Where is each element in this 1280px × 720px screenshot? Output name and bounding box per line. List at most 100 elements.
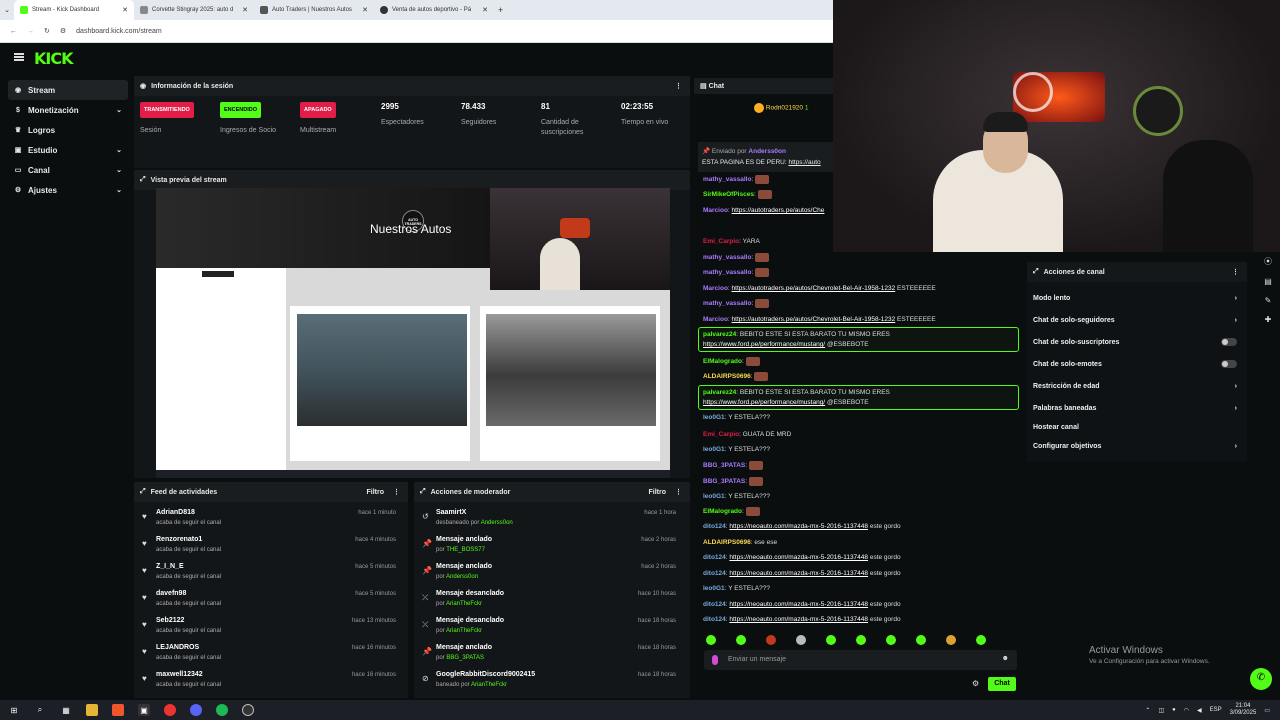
chat-message[interactable]: Emi_Carpio: YARA: [703, 237, 760, 246]
chat-message[interactable]: Marcioo: https://autotraders.pe/autos/Ch…: [703, 206, 824, 215]
chat-username[interactable]: ElMalogrado: [703, 358, 742, 365]
tab-kick-dashboard[interactable]: Stream - Kick Dashboard ✕: [14, 0, 134, 20]
channel-action-item[interactable]: Configurar objetivos ›: [1033, 443, 1243, 450]
close-icon[interactable]: ✕: [482, 6, 488, 14]
chat-top-user[interactable]: Rodri021920 1: [754, 103, 808, 113]
channel-action-item[interactable]: Modo lento ›: [1033, 295, 1243, 302]
chat-message[interactable]: leo0G1: Y ESTELA???: [703, 413, 770, 422]
mod-action-item[interactable]: ⤫ Mensaje desanclado por ArianTheFckr hace …: [414, 614, 684, 640]
chat-message[interactable]: Marcioo: https://autotraders.pe/autos/Ch…: [703, 284, 936, 293]
chat-settings-icon[interactable]: ⚙: [972, 679, 979, 688]
chat-message[interactable]: dito124: https://neoauto.com/mazda-mx-5-…: [703, 553, 901, 562]
sidebar-item-monetizacion[interactable]: $ Monetización ⌄: [8, 100, 128, 120]
windows-start-icon[interactable]: ⊞: [8, 704, 20, 716]
mod-action-item[interactable]: ⤫ Mensaje desanclado por ArianTheFckr hace …: [414, 587, 684, 613]
emote-icon[interactable]: [736, 635, 746, 645]
toggle-switch[interactable]: [1221, 338, 1237, 346]
feed-item[interactable]: ♥ LEJANDROS acaba de seguir el canal hace 1…: [134, 641, 404, 667]
chevron-up-icon[interactable]: ⌃: [1145, 707, 1150, 714]
chat-username[interactable]: mathy_vassallo: [703, 254, 751, 261]
wrench-icon[interactable]: ✎: [1265, 296, 1272, 305]
mod-action-item[interactable]: ↺ SaamirtX desbaneado por Anderss0on hace 1…: [414, 506, 684, 532]
mod-action-by[interactable]: Anderss0on: [446, 574, 478, 580]
mod-action-item[interactable]: 📌 Mensaje anclado por BBG_3PATAS hace 18 ho…: [414, 641, 684, 667]
chat-message[interactable]: palvarez24: BEBITO ESTE SI ESTA BARATO T…: [703, 388, 890, 397]
chat-message[interactable]: Emi_Carpio: GUATA DE MRD: [703, 430, 791, 439]
chat-message[interactable]: mathy_vassallo:: [703, 299, 770, 308]
obs-icon[interactable]: [242, 704, 254, 716]
emote-icon[interactable]: [826, 635, 836, 645]
close-icon[interactable]: ✕: [242, 6, 248, 14]
channel-action-item[interactable]: Hostear canal: [1033, 424, 1243, 431]
emote-icon[interactable]: [796, 635, 806, 645]
chat-mention[interactable]: @ESBEBOTE: [827, 341, 869, 348]
chat-username[interactable]: dito124: [703, 554, 726, 561]
chat-username[interactable]: ALDAIRPS0696: [703, 373, 751, 380]
mod-action-item[interactable]: 📌 Mensaje anclado por Anderss0on hace 2 hor…: [414, 560, 684, 586]
chat-message[interactable]: leo0G1: Y ESTELA???: [703, 584, 770, 593]
chat-username[interactable]: BBG_3PATAS: [703, 462, 745, 469]
broadcast-icon[interactable]: ⦿: [1264, 256, 1272, 267]
reload-icon[interactable]: ↻: [44, 27, 50, 35]
more-options-icon[interactable]: ⋮: [675, 82, 682, 90]
users-icon[interactable]: ✚: [1265, 315, 1272, 324]
chat-link[interactable]: https://autotraders.pe/autos/Chevrolet-B…: [732, 316, 896, 323]
filter-button[interactable]: Filtro: [367, 489, 385, 496]
tab-corvette[interactable]: Corvette Stingray 2025: auto d ✕: [134, 0, 254, 20]
chat-message[interactable]: dito124: https://neoauto.com/mazda-mx-5-…: [703, 569, 901, 578]
mod-action-by[interactable]: BBG_3PATAS: [446, 655, 484, 661]
chat-username[interactable]: mathy_vassallo: [703, 300, 751, 307]
mod-action-by[interactable]: ArianTheFckr: [446, 601, 482, 607]
chat-username[interactable]: leo0G1: [703, 414, 725, 421]
network-icon[interactable]: ◫: [1158, 707, 1164, 714]
more-options-icon[interactable]: ⋮: [675, 488, 682, 496]
emote-icon[interactable]: [946, 635, 956, 645]
channel-action-item[interactable]: Chat de solo-seguidores ›: [1033, 317, 1243, 324]
chat-username[interactable]: BBG_3PATAS: [703, 478, 745, 485]
chat-link[interactable]: https://www.ford.pe/performance/mustang/: [703, 399, 825, 406]
sidebar-item-ajustes[interactable]: ⚙ Ajustes ⌄: [8, 180, 128, 200]
emote-icon[interactable]: [916, 635, 926, 645]
emote-picker-icon[interactable]: [712, 655, 718, 665]
chat-username[interactable]: leo0G1: [703, 585, 725, 592]
brave-icon[interactable]: [112, 704, 124, 716]
tab-venta-autos[interactable]: Venta de autos deportivo - Pá ✕: [374, 0, 494, 20]
channel-action-item[interactable]: Chat de solo-emotes: [1033, 360, 1243, 368]
feed-item[interactable]: ♥ davefn98 acaba de seguir el canal hace 5 …: [134, 587, 404, 613]
chat-username[interactable]: ALDAIRPS0696: [703, 539, 751, 546]
sidebar-item-stream[interactable]: ◉ Stream: [8, 80, 128, 100]
clock[interactable]: 21:04 3/09/2025: [1230, 703, 1257, 717]
pinned-link[interactable]: https://auto: [788, 159, 820, 166]
language-indicator[interactable]: ESP: [1210, 707, 1222, 713]
file-explorer-icon[interactable]: [86, 704, 98, 716]
chat-username[interactable]: SirMikeOfPisces: [703, 191, 754, 198]
chat-mention[interactable]: @ESBEBOTE: [827, 399, 869, 406]
spotify-icon[interactable]: [216, 704, 228, 716]
chat-username[interactable]: palvarez24: [703, 331, 736, 338]
chat-username[interactable]: palvarez24: [703, 389, 736, 396]
search-icon[interactable]: ⌕: [34, 704, 46, 716]
feed-item[interactable]: ♥ maxwell12342 acaba de seguir el canal hac…: [134, 668, 404, 694]
wifi-icon[interactable]: ◠: [1184, 707, 1189, 714]
notifications-icon[interactable]: ▭: [1264, 707, 1270, 714]
smiley-icon[interactable]: ☻: [1002, 655, 1009, 662]
chat-message[interactable]: mathy_vassallo:: [703, 268, 770, 277]
chat-message[interactable]: ALDAIRPS0696:: [703, 372, 769, 381]
tab-search-icon[interactable]: ⌄: [0, 6, 14, 14]
chat-link[interactable]: https://neoauto.com/mazda-mx-5-2016-1137…: [729, 554, 868, 561]
more-options-icon[interactable]: ⋮: [1232, 268, 1239, 276]
chat-username[interactable]: Marcioo: [703, 316, 728, 323]
kick-logo[interactable]: KICK: [34, 49, 73, 68]
chat-username[interactable]: ElMalogrado: [703, 508, 742, 515]
chat-message[interactable]: SirMikeOfPisces:: [703, 190, 772, 199]
chrome-icon[interactable]: [164, 704, 176, 716]
chat-username[interactable]: Marcioo: [703, 207, 728, 214]
sidebar-item-logros[interactable]: ♛ Logros: [8, 120, 128, 140]
chat-message[interactable]: leo0G1: Y ESTELA???: [703, 492, 770, 501]
tab-autotraders[interactable]: Auto Traders | Nuestros Autos ✕: [254, 0, 374, 20]
feed-item[interactable]: ♥ Z_I_N_E acaba de seguir el canal hace 5 m…: [134, 560, 404, 586]
feed-item[interactable]: ♥ AdrianD818 acaba de seguir el canal hace …: [134, 506, 404, 532]
chat-message[interactable]: BBG_3PATAS:: [703, 477, 763, 486]
close-icon[interactable]: ✕: [362, 6, 368, 14]
chat-message[interactable]: ElMalogrado:: [703, 357, 760, 366]
